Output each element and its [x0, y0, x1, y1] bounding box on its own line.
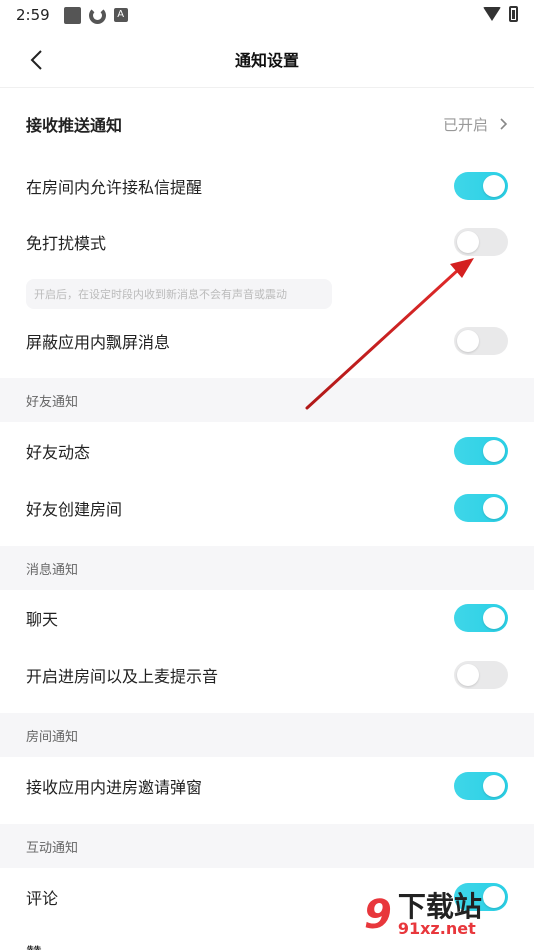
enter-room-sound-toggle[interactable]	[454, 661, 508, 689]
private-msg-label: 在房间内允许接私信提醒	[26, 178, 203, 197]
page-title: 通知设置	[234, 50, 299, 70]
dnd-hint: 开启后，在设定时段内收到新消息不会有声音或震动	[26, 279, 332, 309]
watermark: 9 下载站 91xz.net	[364, 880, 534, 950]
friend-dynamic-toggle[interactable]	[454, 437, 508, 465]
comment-label: 评论	[26, 889, 59, 908]
like-label: 赞	[26, 940, 42, 950]
toggle-knob	[457, 330, 479, 352]
nav-bar: 通知设置	[0, 30, 534, 88]
block-float-label: 屏蔽应用内飘屏消息	[26, 333, 171, 352]
receive-push-value: 已开启	[442, 115, 488, 134]
block-float-row: 屏蔽应用内飘屏消息	[0, 313, 534, 369]
app-square-icon	[63, 6, 81, 24]
watermark-cn: 下载站	[397, 890, 482, 923]
invite-popup-row: 接收应用内进房邀请弹窗	[0, 758, 534, 814]
block-float-toggle[interactable]	[454, 327, 508, 355]
dnd-label: 免打扰模式	[26, 234, 107, 253]
toggle-knob	[457, 231, 479, 253]
enter-room-sound-label: 开启进房间以及上麦提示音	[26, 667, 219, 686]
receive-push-label: 接收推送通知	[26, 116, 123, 135]
toggle-knob	[457, 664, 479, 686]
status-right	[483, 6, 518, 22]
chevron-right-icon	[500, 118, 508, 130]
enter-room-sound-row: 开启进房间以及上麦提示音	[0, 647, 534, 703]
section-interaction: 互动通知	[0, 824, 534, 868]
chevron-left-icon	[30, 50, 42, 70]
toggle-knob	[483, 175, 505, 197]
status-time: 2:59	[16, 6, 50, 24]
private-msg-row: 在房间内允许接私信提醒	[0, 158, 534, 214]
chat-toggle[interactable]	[454, 604, 508, 632]
friend-dynamic-label: 好友动态	[26, 443, 91, 462]
dnd-row: 免打扰模式	[0, 214, 534, 270]
section-friend: 好友通知	[0, 378, 534, 422]
wifi-icon	[483, 7, 501, 21]
toggle-knob	[483, 440, 505, 462]
dnd-toggle[interactable]	[454, 228, 508, 256]
toggle-knob	[483, 775, 505, 797]
watermark-logo: 9	[364, 892, 392, 938]
invite-popup-toggle[interactable]	[454, 772, 508, 800]
section-message: 消息通知	[0, 546, 534, 590]
section-room: 房间通知	[0, 713, 534, 757]
private-msg-toggle[interactable]	[454, 172, 508, 200]
watermark-url: 91xz.net	[397, 919, 476, 938]
friend-create-room-label: 好友创建房间	[26, 500, 123, 519]
toggle-knob	[483, 607, 505, 629]
invite-popup-label: 接收应用内进房邀请弹窗	[26, 778, 203, 797]
chat-label: 聊天	[26, 610, 59, 629]
back-button[interactable]	[22, 46, 50, 74]
friend-create-room-row: 好友创建房间	[0, 480, 534, 536]
receive-push-right: 已开启	[443, 114, 508, 135]
chat-row: 聊天	[0, 590, 534, 646]
receive-push-row[interactable]: 接收推送通知 已开启	[0, 96, 534, 152]
battery-icon	[509, 6, 518, 22]
friend-dynamic-row: 好友动态	[0, 423, 534, 479]
status-bar: 2:59 A	[0, 0, 534, 30]
toggle-knob	[483, 497, 505, 519]
a-icon: A	[113, 8, 128, 22]
sync-icon	[88, 6, 106, 24]
friend-create-room-toggle[interactable]	[454, 494, 508, 522]
